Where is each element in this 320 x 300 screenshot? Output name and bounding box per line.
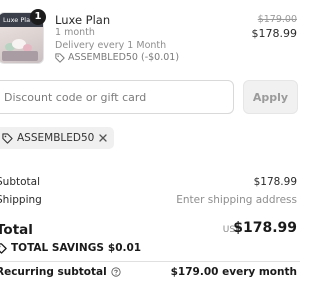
subtotal-label: Subtotal [0,176,40,188]
help-circle-icon[interactable] [111,267,121,277]
product-variant: 1 month [55,27,95,38]
total-savings-value: $0.01 [107,242,142,254]
total-label: Total [0,222,33,238]
shipping-value: Enter shipping address [176,194,297,206]
total-value: $178.99 [233,220,297,236]
close-icon[interactable] [98,133,108,143]
recurring-subtotal-label: Recurring subtotal [0,266,107,278]
applied-discount-chip: ASSEMBLED50 [0,127,115,149]
product-delivery-frequency: Delivery every 1 Month [55,40,167,51]
quantity-badge: 1 [30,9,46,25]
recurring-subtotal: Recurring subtotal [0,266,121,278]
product-discount: ASSEMBLED50 (-$0.01) [55,52,179,63]
original-price: $179.00 [257,14,297,25]
discount-code-input[interactable] [0,80,234,114]
recurring-subtotal-value: $179.00 every month [170,266,297,278]
total-savings: TOTAL SAVINGS $0.01 [0,242,141,254]
savings-tag-icon [0,242,7,254]
subtotal-value: $178.99 [253,176,297,188]
product-name: Luxe Plan [55,13,111,27]
total-savings-label: TOTAL SAVINGS [11,242,104,254]
summary-divider [0,261,300,262]
tag-icon [2,132,13,144]
tag-icon [55,52,65,63]
applied-discount-code: ASSEMBLED50 [17,132,95,144]
shipping-label: Shipping [0,194,42,206]
discounted-price: $178.99 [251,27,298,40]
product-discount-text: ASSEMBLED50 (-$0.01) [68,52,180,63]
apply-button[interactable]: Apply [243,80,298,114]
